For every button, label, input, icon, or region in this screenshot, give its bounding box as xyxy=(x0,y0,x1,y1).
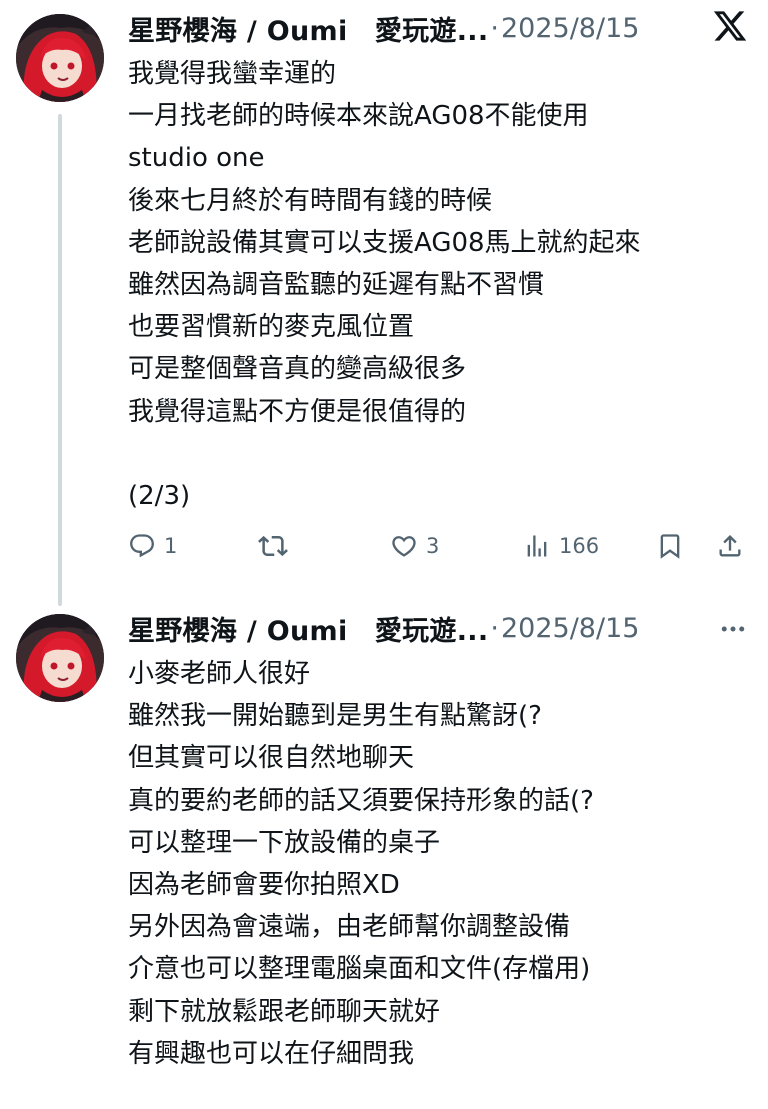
display-name[interactable]: 星野櫻海 / Oumi 愛玩遊... xyxy=(128,609,488,648)
tweet-text-line: 後來七月終於有時間有錢的時候 xyxy=(128,185,493,216)
tweet-text-line: 另外因為會遠端，由老師幫你調整設備 xyxy=(128,912,571,943)
tweet-header: 星野櫻海 / Oumi 愛玩遊... · 2025/8/15 xyxy=(128,608,688,648)
tweet-text-line: 我覺得這點不方便是很值得的 xyxy=(128,396,467,427)
tweet-text-line: 剩下就放鬆跟老師聊天就好 xyxy=(128,996,441,1027)
tweet-body: 我覺得我蠻幸運的 一月找老師的時候本來說AG08不能使用 studio one … xyxy=(128,53,748,517)
views-count: 166 xyxy=(559,534,600,558)
like-count: 3 xyxy=(426,534,440,558)
tweet-text-line: 介意也可以整理電腦桌面和文件(存檔用) xyxy=(128,954,591,985)
tweet-text-line: 但其實可以很自然地聊天 xyxy=(128,743,415,774)
tweet-text-line: 可是整個聲音真的變高級很多 xyxy=(128,354,467,385)
tweet-1: 星野櫻海 / Oumi 愛玩遊... · 2025/8/15 我覺得我蠻幸運的 … xyxy=(0,0,768,606)
anime-avatar-red-hair-icon xyxy=(16,14,104,102)
tweet-body: 小麥老師人很好 雖然我一開始聽到是男生有點驚訝(? 但其實可以很自然地聊天 真的… xyxy=(128,653,748,1075)
more-options-icon[interactable] xyxy=(718,614,748,644)
anime-avatar-red-hair-icon xyxy=(16,614,104,702)
display-name[interactable]: 星野櫻海 / Oumi 愛玩遊... xyxy=(128,9,488,48)
share-button[interactable] xyxy=(716,524,744,568)
x-logo-icon[interactable] xyxy=(712,8,748,44)
tweet-header: 星野櫻海 / Oumi 愛玩遊... · 2025/8/15 xyxy=(128,8,688,48)
tweet-text-line: 我覺得我蠻幸運的 xyxy=(128,59,337,89)
tweet-text-line: 可以整理一下放設備的桌子 xyxy=(128,827,441,858)
retweet-button[interactable] xyxy=(258,524,296,568)
reply-icon xyxy=(130,534,154,558)
share-icon xyxy=(719,535,741,557)
tweet-text-line: 雖然我一開始聽到是男生有點驚訝(? xyxy=(128,701,542,732)
like-button[interactable]: 3 xyxy=(390,524,439,568)
tweet-text-line: 有興趣也可以在仔細問我 xyxy=(128,1038,415,1069)
tweet-text-line: 雖然因為調音監聽的延遲有點不習慣 xyxy=(128,269,545,300)
avatar[interactable] xyxy=(16,614,104,702)
timestamp[interactable]: 2025/8/15 xyxy=(501,13,639,44)
tweet-text-line: 也要習慣新的麥克風位置 xyxy=(128,312,415,343)
views-icon xyxy=(527,535,547,557)
tweet-text-line: 小麥老師人很好 xyxy=(128,659,311,689)
bookmark-icon xyxy=(660,534,680,559)
bookmark-button[interactable] xyxy=(656,524,684,568)
thread-position-label: (2/3) xyxy=(128,480,191,511)
thread-connector-line xyxy=(58,114,62,606)
separator-dot: · xyxy=(490,612,499,644)
timestamp[interactable]: 2025/8/15 xyxy=(501,613,639,644)
views-button[interactable]: 166 xyxy=(523,524,599,568)
tweet-text-line: studio one xyxy=(128,143,265,174)
tweet-text-line: 真的要約老師的話又須要保持形象的話(? xyxy=(128,785,594,816)
reply-button[interactable]: 1 xyxy=(128,524,177,568)
retweet-icon xyxy=(258,535,288,557)
heart-icon xyxy=(392,536,416,557)
reply-count: 1 xyxy=(164,534,178,558)
tweet-text-line: 因為老師會要你拍照XD xyxy=(128,869,400,900)
separator-dot: · xyxy=(490,12,499,44)
avatar[interactable] xyxy=(16,14,104,102)
tweet-text-line: 一月找老師的時候本來說AG08不能使用 xyxy=(128,101,589,132)
tweet-actions-bar: 1 3 166 xyxy=(128,524,748,568)
tweet-text-line: 老師說設備其實可以支援AG08馬上就約起來 xyxy=(128,227,641,258)
